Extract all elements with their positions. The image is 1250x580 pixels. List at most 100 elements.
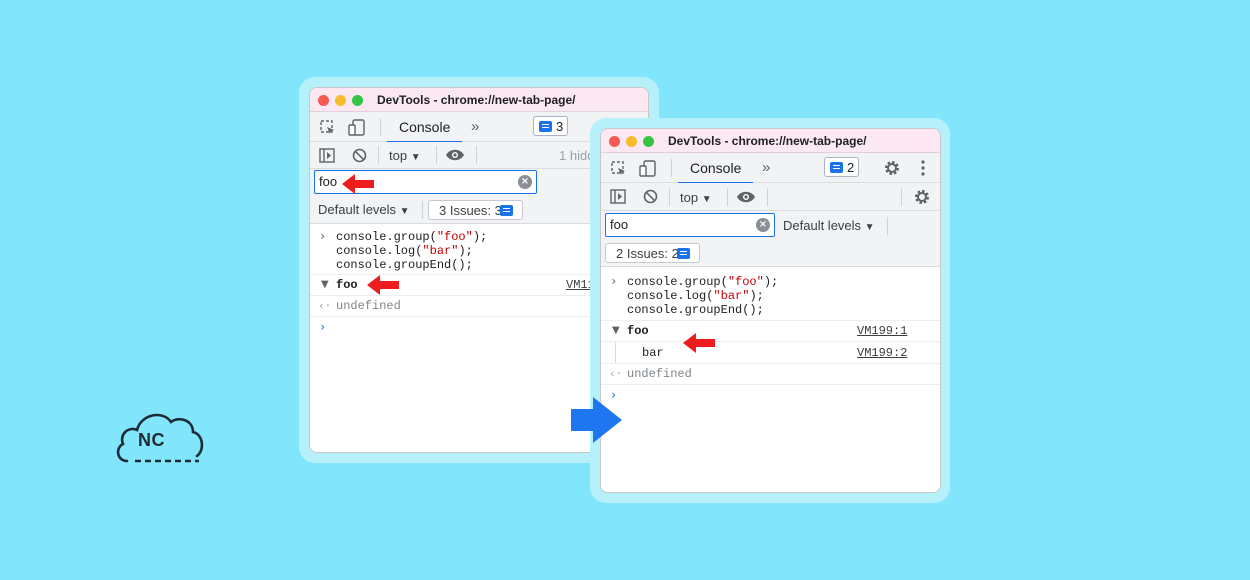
window-title: DevTools - chrome://new-tab-page/ [668,134,867,148]
console-input-entry: › console.group("foo"); console.log("bar… [601,269,940,321]
message-icon [830,162,843,173]
filter-input[interactable]: foo × [605,213,775,237]
close-window-button[interactable] [318,95,329,106]
result-arrow-icon: ‹· [318,299,332,312]
console-settings-gear-icon[interactable] [913,188,931,206]
chevron-down-icon: ▼ [399,206,410,217]
minimize-window-button[interactable] [335,95,346,106]
messages-count: 3 [556,119,564,134]
more-tabs-button[interactable]: » [762,159,770,176]
filter-value: foo [319,174,338,189]
filter-row: foo × Default levels ▼ [601,211,940,240]
issues-button[interactable]: 2 Issues: 2 [605,243,700,263]
console-prompt-row[interactable]: › [601,385,940,409]
clear-console-icon[interactable] [643,189,658,204]
levels-label: Default levels [318,202,397,217]
toolbar-divider [476,146,477,164]
context-label: top [680,190,699,205]
context-label: top [389,148,408,163]
zoom-window-button[interactable] [352,95,363,106]
toolbar-divider [380,118,381,136]
toolbar-divider [378,146,379,164]
issues-icon [500,205,513,216]
levels-label: Default levels [783,218,862,233]
toolbar-divider [767,188,768,206]
chevron-down-icon: ▼ [410,152,421,163]
annotation-arrow-filter [340,171,376,197]
tab-console[interactable]: Console [386,112,463,143]
issues-label: 3 Issues: [439,203,492,218]
messages-count: 2 [847,160,855,175]
messages-badge[interactable]: 2 [824,157,860,177]
toolbar-divider [901,188,902,206]
expand-triangle-icon[interactable]: ▼ [612,325,620,336]
toolbar-divider [887,217,888,235]
settings-gear-icon[interactable] [883,159,901,177]
result-value: undefined [336,299,401,313]
chevron-down-icon: ▼ [701,194,712,205]
tab-console[interactable]: Console [677,153,754,184]
log-levels-dropdown[interactable]: Default levels ▼ [318,202,410,217]
chevron-down-icon: ▼ [864,222,875,233]
issues-label: 2 Issues: [616,246,669,261]
console-group-row[interactable]: ▼ foo VM199:1 [601,321,940,342]
issues-icon [677,248,690,259]
issues-row: 2 Issues: 2 [601,240,940,267]
toolbar-divider [422,201,423,219]
clear-console-icon[interactable] [352,148,367,163]
child-label: bar [642,346,664,360]
toolbar-divider [671,159,672,177]
title-bar: DevTools - chrome://new-tab-page/ [310,88,648,112]
devtools-window-after: DevTools - chrome://new-tab-page/ Consol… [600,128,941,493]
prompt-chevron-icon: › [319,320,327,334]
code-line-3: console.groupEnd(); [627,303,764,317]
log-levels-dropdown[interactable]: Default levels ▼ [783,218,875,233]
minimize-window-button[interactable] [626,136,637,147]
device-toolbar-icon[interactable] [639,160,657,178]
console-toolbar: top ▼ [601,183,940,211]
zoom-window-button[interactable] [643,136,654,147]
code-line-2: console.log("bar"); [336,244,473,258]
issues-button[interactable]: 3 Issues: 3 [428,200,523,220]
group-indent-line [615,342,616,363]
context-selector[interactable]: top ▼ [389,148,421,163]
console-result-row: ‹· undefined [601,364,940,385]
panel-tab-bar: Console » 2 [601,153,940,184]
inspect-element-icon[interactable] [611,161,627,177]
result-arrow-icon: ‹· [609,367,623,380]
clear-filter-icon[interactable]: × [756,218,770,232]
expand-triangle-icon[interactable]: ▼ [321,279,329,290]
console-output: › console.group("foo"); console.log("bar… [601,269,940,492]
live-expression-eye-icon[interactable] [445,148,465,162]
device-toolbar-icon[interactable] [348,119,366,137]
live-expression-eye-icon[interactable] [736,190,756,204]
console-child-row: bar VM199:2 [601,342,940,364]
title-bar: DevTools - chrome://new-tab-page/ [601,129,940,153]
more-options-icon[interactable] [921,160,925,176]
sidebar-toggle-icon[interactable] [610,189,626,204]
message-icon [539,121,552,132]
messages-badge[interactable]: 3 [533,116,569,136]
context-selector[interactable]: top ▼ [680,190,712,205]
source-link[interactable]: VM199:2 [857,346,907,360]
window-title: DevTools - chrome://new-tab-page/ [377,93,576,107]
toolbar-divider [727,188,728,206]
annotation-arrow-child [681,330,717,356]
group-label: foo [336,278,358,292]
transition-arrow-icon [571,397,623,448]
code-line-2: console.log("bar"); [627,289,764,303]
toolbar-divider [436,146,437,164]
toolbar-divider [669,188,670,206]
code-line-3: console.groupEnd(); [336,258,473,272]
code-line-1: console.group("foo"); [336,230,488,244]
code-line-1: console.group("foo"); [627,275,779,289]
inspect-element-icon[interactable] [320,120,336,136]
annotation-arrow-group [365,272,401,298]
sidebar-toggle-icon[interactable] [319,148,335,163]
clear-filter-icon[interactable]: × [518,175,532,189]
close-window-button[interactable] [609,136,620,147]
result-value: undefined [627,367,692,381]
source-link[interactable]: VM199:1 [857,324,907,338]
more-tabs-button[interactable]: » [471,118,479,135]
input-chevron-icon: › [319,229,327,243]
